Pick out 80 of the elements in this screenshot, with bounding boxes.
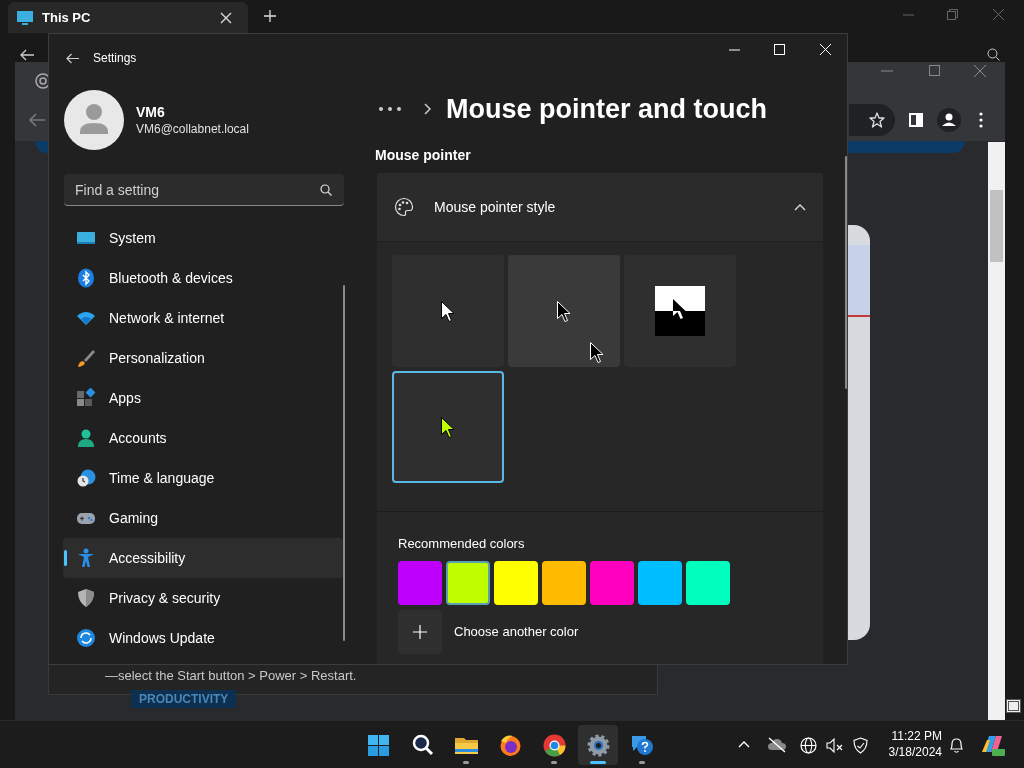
- search-icon[interactable]: [320, 184, 332, 196]
- back-arrow-icon[interactable]: [20, 49, 34, 61]
- scrollbar[interactable]: [845, 156, 847, 389]
- color-swatch[interactable]: [686, 561, 730, 605]
- accounts-icon: [76, 428, 96, 448]
- chevron-up-icon: [794, 203, 806, 211]
- nav-item[interactable]: Privacy & security: [63, 578, 343, 618]
- user-email: VM6@collabnet.local: [136, 121, 249, 137]
- taskbar-button[interactable]: [578, 725, 618, 765]
- clock-date[interactable]: 3/18/2024: [888, 744, 942, 760]
- window-icon[interactable]: [1006, 699, 1021, 713]
- apps-icon: [76, 388, 96, 408]
- palette-icon: [394, 197, 414, 217]
- colors-label: Recommended colors: [398, 535, 526, 553]
- cloud-off-icon[interactable]: [767, 737, 787, 753]
- nav-item[interactable]: Apps: [63, 378, 343, 418]
- back-arrow-icon[interactable]: [66, 52, 79, 64]
- update-icon: [76, 628, 96, 648]
- nav-item[interactable]: Accessibility: [63, 538, 343, 578]
- avatar: [64, 90, 124, 150]
- category-tag: PRODUCTIVITY: [131, 690, 237, 708]
- pointer-style-option[interactable]: [392, 371, 504, 483]
- chevron-up-icon[interactable]: [738, 741, 750, 748]
- new-tab-icon[interactable]: [264, 10, 276, 22]
- page-title: Mouse pointer and touch: [446, 92, 767, 126]
- chevron-right-icon: [424, 103, 431, 115]
- scrollbar[interactable]: [988, 142, 1005, 720]
- user-name: VM6: [136, 103, 166, 121]
- menu-icon[interactable]: [979, 112, 983, 128]
- nav-item[interactable]: Bluetooth & devices: [63, 258, 343, 298]
- restore-icon[interactable]: [947, 9, 958, 20]
- bell-icon[interactable]: [949, 737, 964, 754]
- time-icon: [76, 468, 96, 488]
- color-swatch[interactable]: [446, 561, 490, 605]
- section-heading: Mouse pointer: [375, 146, 472, 165]
- side-panel-icon[interactable]: [909, 113, 923, 127]
- nav-item[interactable]: Accounts: [63, 418, 343, 458]
- scrollbar[interactable]: [343, 285, 345, 641]
- add-color-button[interactable]: [398, 610, 442, 654]
- search-icon[interactable]: [987, 48, 1000, 61]
- clock-time[interactable]: 11:22 PM: [891, 728, 942, 744]
- nav-item[interactable]: Personalization: [63, 338, 343, 378]
- color-swatch[interactable]: [590, 561, 634, 605]
- color-swatch[interactable]: [494, 561, 538, 605]
- tab-title: This PC: [42, 8, 92, 27]
- monitor-icon: [16, 9, 34, 26]
- privacy-icon: [76, 588, 96, 608]
- color-swatch[interactable]: [542, 561, 586, 605]
- speaker-muted-icon[interactable]: [826, 737, 843, 754]
- mouse-cursor-icon: [590, 342, 604, 363]
- globe-icon[interactable]: [800, 737, 817, 754]
- nav-item[interactable]: Gaming: [63, 498, 343, 538]
- nav-item[interactable]: Time & language: [63, 458, 343, 498]
- pointer-icon: [557, 300, 571, 322]
- nav-item[interactable]: System: [63, 218, 343, 258]
- accessibility-icon: [76, 548, 96, 568]
- instruction-text: —select the Start button > Power > Restart.: [105, 667, 357, 685]
- color-swatch[interactable]: [638, 561, 682, 605]
- gear-icon: [585, 732, 611, 758]
- expander-header[interactable]: Mouse pointer style: [377, 173, 823, 241]
- inverted-pointer-icon: [655, 286, 705, 336]
- plus-icon: [413, 625, 427, 639]
- more-icon[interactable]: [379, 107, 401, 111]
- choose-color-label: Choose another color: [454, 623, 579, 642]
- search-field[interactable]: Find a setting: [64, 174, 344, 206]
- address-bar[interactable]: [849, 104, 895, 136]
- pointer-icon: [441, 416, 455, 438]
- pointer-style-option[interactable]: [624, 255, 736, 367]
- color-swatch[interactable]: [398, 561, 442, 605]
- bluetooth-icon: [76, 268, 96, 288]
- window-title: Settings: [93, 50, 137, 67]
- nav-item[interactable]: Network & internet: [63, 298, 343, 338]
- star-icon[interactable]: [869, 112, 885, 128]
- tab[interactable]: This PC: [8, 2, 248, 33]
- nav-item[interactable]: Windows Update: [63, 618, 343, 658]
- shield-icon[interactable]: [852, 737, 869, 754]
- profile-icon[interactable]: [937, 108, 961, 132]
- pointer-icon: [441, 300, 455, 322]
- start-icon: [365, 732, 391, 758]
- brush-icon: [76, 348, 96, 368]
